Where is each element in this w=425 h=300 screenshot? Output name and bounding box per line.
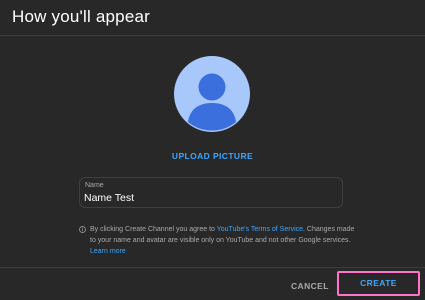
cancel-button[interactable]: CANCEL	[291, 281, 329, 291]
name-field[interactable]: Name	[79, 177, 343, 208]
default-avatar-icon	[174, 56, 250, 132]
create-channel-button[interactable]: CREATE CHANNEL	[337, 271, 420, 300]
notice-text-before: By clicking Create Channel you agree to	[90, 226, 217, 233]
info-icon	[79, 226, 86, 233]
create-channel-dialog: How you'll appear UPLOAD PICTURE Name By…	[0, 0, 425, 300]
dialog-footer: CANCEL CREATE CHANNEL	[0, 267, 425, 300]
name-input[interactable]	[84, 191, 334, 205]
avatar[interactable]	[174, 56, 250, 132]
terms-of-service-link[interactable]: YouTube's Terms of Service	[217, 226, 303, 233]
upload-picture-button[interactable]: UPLOAD PICTURE	[0, 151, 425, 161]
dialog-title: How you'll appear	[12, 7, 150, 26]
name-field-label: Name	[85, 182, 104, 189]
notice-text: By clicking Create Channel you agree to …	[90, 224, 355, 257]
dialog-header: How you'll appear	[0, 0, 425, 36]
learn-more-link[interactable]: Learn more	[90, 248, 126, 255]
